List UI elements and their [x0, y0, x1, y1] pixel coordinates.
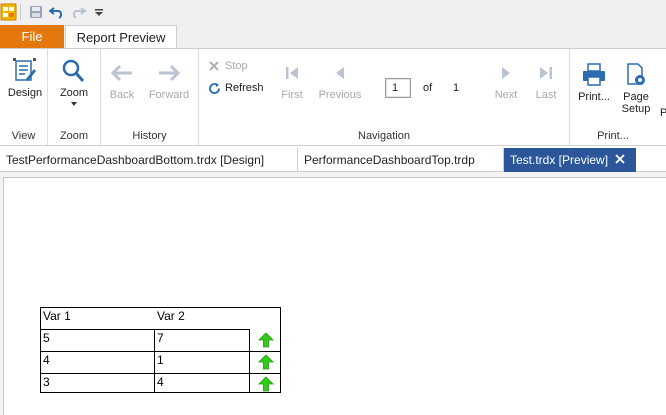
next-page-button[interactable]: Next — [489, 61, 523, 101]
document-tab-strip: TestPerformanceDashboardBottom.trdx [Des… — [0, 146, 666, 172]
print-label: Print... — [578, 91, 610, 103]
file-tab[interactable]: File — [0, 25, 64, 48]
arrow-left-icon — [107, 61, 137, 85]
next-label: Next — [494, 89, 518, 101]
of-label: of — [423, 82, 433, 94]
stop-icon — [207, 59, 221, 73]
previous-page-icon — [325, 61, 355, 85]
first-label: First — [281, 89, 303, 101]
print-group: Print... Page Setup P Print... — [570, 49, 666, 145]
customize-toolbar-icon[interactable] — [90, 3, 108, 21]
table-cell-var2: 7 — [157, 331, 164, 345]
table-cell-var1: 5 — [43, 331, 50, 345]
last-label: Last — [535, 89, 557, 101]
table-cell-var2: 1 — [157, 353, 164, 367]
zoom-group-label: Zoom — [59, 130, 89, 142]
undo-icon[interactable] — [48, 3, 66, 21]
page-setup-label-line1: Page — [623, 91, 649, 103]
report-table: Var 1 Var 2 5 7 4 1 3 4 — [40, 307, 281, 393]
partial-button-label[interactable]: P — [660, 107, 666, 119]
total-pages-label: 1 — [453, 82, 460, 94]
chevron-down-icon — [71, 102, 77, 106]
report-page: Var 1 Var 2 5 7 4 1 3 4 — [3, 177, 666, 415]
redo-icon[interactable] — [69, 3, 87, 21]
table-line — [41, 329, 250, 330]
table-line — [249, 329, 250, 393]
table-line — [41, 373, 280, 374]
history-group-label: History — [132, 130, 167, 142]
green-up-arrow-icon — [258, 376, 274, 392]
forward-label: Forward — [148, 89, 190, 101]
refresh-label: Refresh — [225, 82, 264, 94]
ribbon: Design View Zoom Zoom Back Forward Histo… — [0, 48, 666, 146]
table-cell-var2: 4 — [157, 375, 164, 389]
first-page-icon — [277, 61, 307, 85]
last-page-button[interactable]: Last — [529, 61, 563, 101]
next-page-icon — [491, 61, 521, 85]
green-up-arrow-icon — [258, 354, 274, 370]
table-line — [41, 351, 280, 352]
arrow-right-icon — [154, 61, 184, 85]
zoom-label: Zoom — [59, 87, 89, 99]
previous-label: Previous — [318, 89, 362, 101]
doc-tab-label: TestPerformanceDashboardBottom.trdx [Des… — [6, 153, 265, 167]
tab-test-preview[interactable]: Test.trdx [Preview] — [504, 148, 636, 172]
green-up-arrow-icon — [258, 332, 274, 348]
tab-performance-dashboard-top[interactable]: PerformanceDashboardTop.trdp — [298, 148, 504, 172]
magnifier-icon — [59, 55, 89, 87]
back-label: Back — [109, 89, 135, 101]
view-group: Design View — [0, 49, 48, 145]
refresh-icon — [207, 81, 221, 95]
stop-label: Stop — [225, 60, 248, 72]
doc-tab-label: Test.trdx [Preview] — [510, 153, 609, 167]
view-group-label: View — [11, 130, 36, 142]
design-icon — [10, 55, 40, 87]
ribbon-tab-row: File Report Preview — [0, 24, 666, 49]
refresh-button[interactable]: Refresh — [207, 81, 264, 95]
first-page-button[interactable]: First — [275, 61, 309, 101]
back-button[interactable]: Back — [105, 61, 139, 101]
doc-tab-label: PerformanceDashboardTop.trdp — [304, 153, 475, 167]
zoom-group: Zoom Zoom — [48, 49, 101, 145]
save-icon[interactable] — [27, 3, 45, 21]
navigation-group: Stop Refresh First Previous 1 of 1 Next … — [199, 49, 570, 145]
design-label: Design — [7, 87, 43, 99]
page-setup-button[interactable]: Page Setup — [618, 59, 654, 115]
print-button[interactable]: Print... — [574, 59, 614, 103]
zoom-button[interactable]: Zoom — [56, 55, 92, 107]
quick-access-toolbar — [0, 0, 666, 24]
table-cell-var1: 4 — [43, 353, 50, 367]
previous-page-button[interactable]: Previous — [313, 61, 367, 101]
app-icon[interactable] — [0, 2, 18, 22]
page-setup-icon — [621, 59, 651, 91]
report-preview-area[interactable]: Var 1 Var 2 5 7 4 1 3 4 — [0, 172, 666, 415]
table-cell-var1: 3 — [43, 375, 50, 389]
history-group: Back Forward History — [101, 49, 199, 145]
printer-icon — [579, 59, 609, 91]
column-header-var1: Var 1 — [43, 309, 71, 323]
report-preview-tab[interactable]: Report Preview — [65, 25, 177, 49]
stop-button[interactable]: Stop — [207, 59, 248, 73]
design-button[interactable]: Design — [7, 55, 43, 99]
tab-test-performance-dashboard-bottom[interactable]: TestPerformanceDashboardBottom.trdx [Des… — [0, 148, 298, 172]
forward-button[interactable]: Forward — [145, 61, 193, 101]
qat-separator — [20, 4, 21, 20]
column-header-var2: Var 2 — [157, 309, 185, 323]
page-setup-label-line2: Setup — [621, 103, 651, 115]
print-group-label: Print... — [597, 130, 629, 142]
current-page-input[interactable]: 1 — [385, 78, 411, 98]
last-page-icon — [531, 61, 561, 85]
navigation-group-label: Navigation — [358, 130, 410, 142]
close-icon[interactable] — [612, 151, 628, 167]
